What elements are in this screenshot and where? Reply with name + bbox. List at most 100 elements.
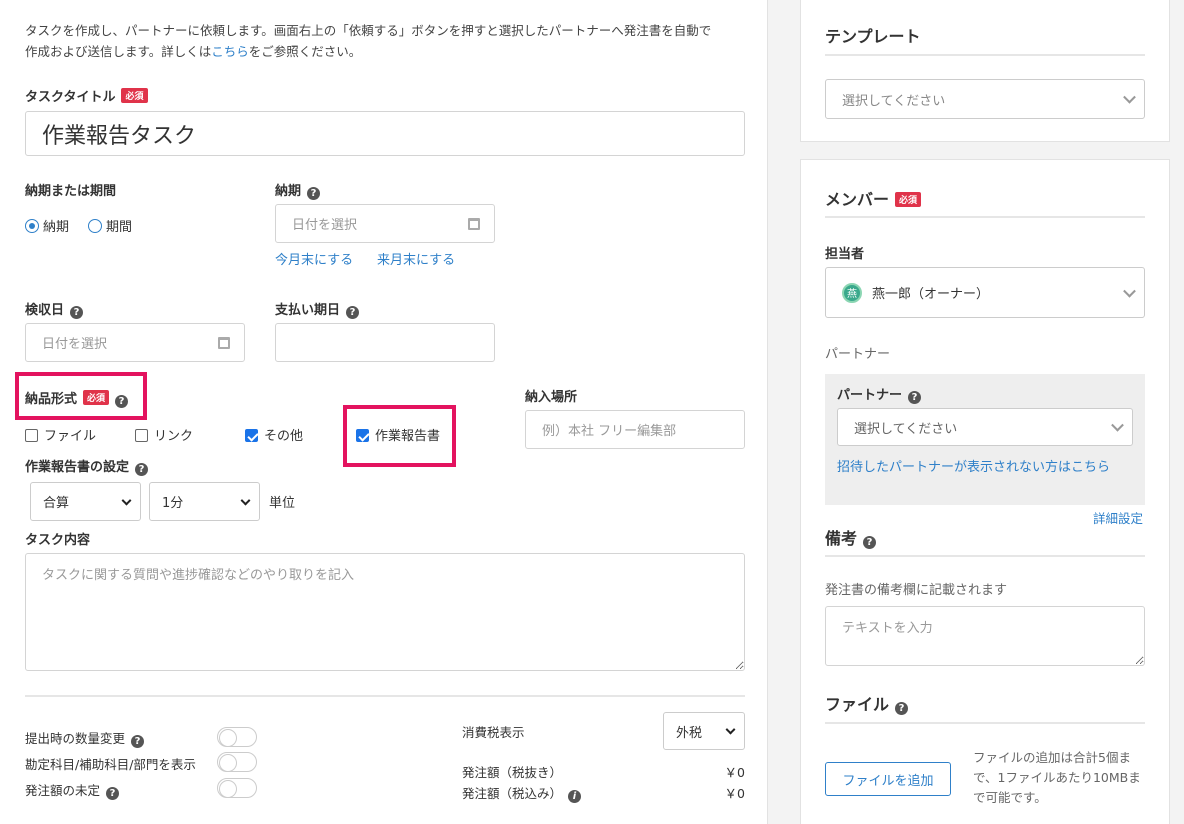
inspection-date-placeholder: 日付を選択 xyxy=(42,337,108,352)
member-card: メンバー 必須 担当者 燕 燕一郎（オーナー） パートナー パートナー? 選択して… xyxy=(800,159,1170,824)
amount-incl-value: ￥0 xyxy=(724,786,745,801)
file-title-text: ファイル xyxy=(825,695,890,714)
chevron-down-icon xyxy=(1123,284,1136,298)
report-unit-select[interactable]: 1分 xyxy=(149,482,260,521)
file-title: ファイル? xyxy=(825,691,909,715)
checkbox-icon[interactable] xyxy=(135,429,148,442)
description-line2-post: をご参照ください。 xyxy=(248,44,362,59)
form-description: タスクを作成し、パートナーに依頼します。画面右上の「依頼する」ボタンを押すと選択… xyxy=(25,20,750,62)
report-setting-label: 作業報告書の設定? xyxy=(25,456,149,476)
file-note: ファイルの追加は合計5個まで、1ファイルあたり10MBまで可能です。 xyxy=(973,750,1141,805)
checkbox-file-label: ファイル xyxy=(44,429,97,444)
checkbox-work-report[interactable]: 作業報告書 xyxy=(356,425,440,444)
checkbox-link-label: リンク xyxy=(154,429,194,444)
partner-label-text: パートナー xyxy=(837,388,903,403)
payment-date-input[interactable] xyxy=(275,323,495,362)
help-icon[interactable]: ? xyxy=(115,395,129,408)
task-title-label: タスクタイトル 必須 xyxy=(25,86,148,105)
toggle-qty-label: 提出時の数量変更? xyxy=(25,728,145,748)
notes-divider xyxy=(825,555,1145,557)
chevron-down-icon xyxy=(1111,418,1124,432)
radio-period[interactable]: 期間 xyxy=(88,216,132,235)
required-badge: 必須 xyxy=(83,390,110,405)
report-calc-value: 合算 xyxy=(43,496,70,511)
radio-deadline-label: 納期 xyxy=(43,220,70,235)
checkbox-link[interactable]: リンク xyxy=(135,425,193,444)
delivery-format-label: 納品形式 必須? xyxy=(25,388,129,408)
toggle-accounts-label: 勘定科目/補助科目/部門を表示 xyxy=(25,757,196,772)
description-line2: 作成および送信します。詳しくは xyxy=(25,44,212,59)
amount-incl-label: 発注額（税込み） i xyxy=(462,783,582,803)
deadline-label: 納期? xyxy=(275,180,321,200)
assignee-name: 燕一郎（オーナー） xyxy=(872,287,990,302)
help-icon[interactable]: ? xyxy=(863,536,877,549)
tax-display-value: 外税 xyxy=(676,725,703,741)
calendar-icon[interactable] xyxy=(218,336,230,349)
help-icon[interactable]: ? xyxy=(908,391,922,404)
checkbox-file[interactable]: ファイル xyxy=(25,425,96,444)
deadline-type-label: 納期または期間 xyxy=(25,184,117,199)
checkbox-icon[interactable] xyxy=(25,429,38,442)
radio-icon[interactable] xyxy=(25,219,39,233)
deadline-date-input[interactable]: 日付を選択 xyxy=(275,204,495,243)
amount-incl-text: 発注額（税込み） xyxy=(462,786,563,801)
inspection-label-text: 検収日 xyxy=(25,303,65,318)
delivery-place-input[interactable]: 例）本社 フリー編集部 xyxy=(525,410,745,449)
template-select[interactable]: 選択してください xyxy=(825,79,1145,119)
template-divider xyxy=(825,54,1145,56)
partner-invite-link[interactable]: 招待したパートナーが表示されない方はこちら xyxy=(837,456,1110,475)
report-calc-select[interactable]: 合算 xyxy=(30,482,141,521)
checkbox-icon[interactable] xyxy=(356,429,369,442)
checkbox-icon[interactable] xyxy=(245,429,258,442)
toggle-accounts-switch[interactable] xyxy=(217,752,257,772)
task-content-textarea[interactable] xyxy=(25,553,745,671)
add-file-button[interactable]: ファイルを追加 xyxy=(825,762,951,796)
delivery-place-label: 納入場所 xyxy=(525,390,578,405)
deadline-label-text: 納期 xyxy=(275,184,302,199)
task-title-input[interactable]: 作業報告タスク xyxy=(25,111,745,156)
checkbox-work-report-label: 作業報告書 xyxy=(375,429,441,444)
template-card: テンプレート 選択してください xyxy=(800,0,1170,142)
file-divider xyxy=(825,722,1145,724)
help-icon[interactable]: ? xyxy=(346,306,360,319)
inspection-date-input[interactable]: 日付を選択 xyxy=(25,323,245,362)
help-icon[interactable]: ? xyxy=(70,306,84,319)
tax-display-select[interactable]: 外税 xyxy=(663,712,745,750)
help-icon[interactable]: ? xyxy=(135,463,149,476)
chevron-down-icon xyxy=(240,495,251,506)
partner-select-placeholder: 選択してください xyxy=(854,421,958,437)
help-icon[interactable]: ? xyxy=(106,787,120,800)
description-line1: タスクを作成し、パートナーに依頼します。画面右上の「依頼する」ボタンを押すと選択… xyxy=(25,23,712,38)
radio-period-label: 期間 xyxy=(106,220,133,235)
inspection-label: 検収日? xyxy=(25,299,84,319)
partner-select[interactable]: 選択してください xyxy=(837,408,1133,446)
next-month-end-link[interactable]: 来月末にする xyxy=(377,249,455,268)
assignee-select[interactable]: 燕 燕一郎（オーナー） xyxy=(825,267,1145,318)
chevron-down-icon xyxy=(1123,90,1136,104)
payment-label: 支払い期日? xyxy=(275,299,360,319)
detail-settings-link[interactable]: 詳細設定 xyxy=(1093,508,1143,527)
this-month-end-link[interactable]: 今月末にする xyxy=(275,249,353,268)
help-icon[interactable]: ? xyxy=(131,735,145,748)
amount-excl-value: ￥0 xyxy=(724,765,745,780)
required-badge: 必須 xyxy=(895,192,922,207)
radio-deadline[interactable]: 納期 xyxy=(25,216,69,235)
template-title: テンプレート xyxy=(825,27,921,46)
description-link[interactable]: こちら xyxy=(211,44,249,59)
toggle-amount-label: 発注額の未定? xyxy=(25,780,120,800)
calendar-icon[interactable] xyxy=(468,217,480,230)
radio-icon[interactable] xyxy=(88,219,102,233)
help-icon[interactable]: ? xyxy=(307,187,321,200)
avatar: 燕 xyxy=(842,282,862,303)
notes-textarea[interactable] xyxy=(825,606,1145,666)
info-icon[interactable]: i xyxy=(568,790,582,803)
payment-label-text: 支払い期日 xyxy=(275,303,341,318)
help-icon[interactable]: ? xyxy=(895,702,909,715)
toggle-qty-switch[interactable] xyxy=(217,727,257,747)
member-title-text: メンバー xyxy=(825,190,890,209)
checkbox-other[interactable]: その他 xyxy=(245,425,303,444)
notes-title: 備考? xyxy=(825,525,877,549)
template-select-placeholder: 選択してください xyxy=(842,93,946,109)
deadline-date-placeholder: 日付を選択 xyxy=(292,218,358,233)
toggle-amount-switch[interactable] xyxy=(217,778,257,798)
